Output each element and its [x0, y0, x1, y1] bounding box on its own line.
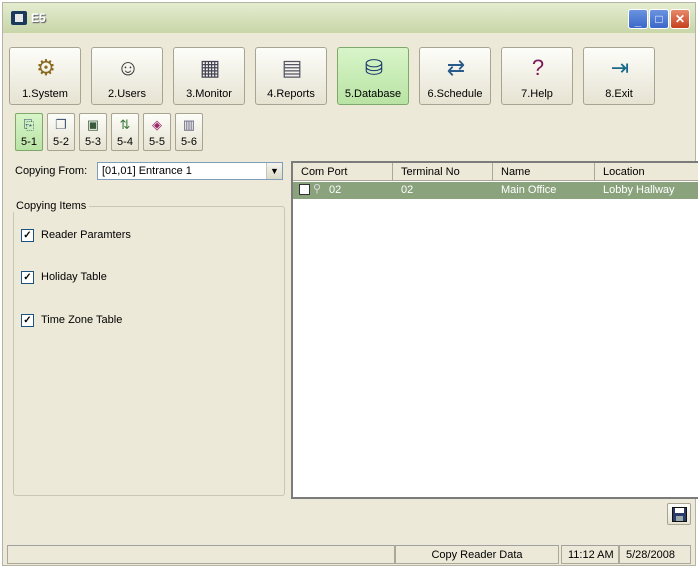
exit-door-icon: ⇥ — [610, 55, 630, 80]
title-bar[interactable]: E5 _ □ ✕ — [3, 3, 695, 33]
help-button-label: 7.Help — [521, 88, 553, 100]
column-header-com-port[interactable]: Com Port — [293, 163, 393, 181]
document-icon: ▥ — [182, 117, 196, 132]
schedule-icon: ⇄ — [446, 55, 466, 80]
copy-reader-icon: ⎘ — [23, 117, 35, 132]
reports-icon: ▤ — [281, 55, 303, 80]
schedule-button[interactable]: ⇄ 6.Schedule — [419, 47, 491, 105]
reports-button-label: 4.Reports — [267, 88, 315, 100]
monitor-button-label: 3.Monitor — [186, 88, 232, 100]
sub-button-label: 5-6 — [181, 136, 197, 148]
save-button[interactable] — [667, 503, 691, 525]
chevron-down-icon[interactable]: ▼ — [266, 163, 282, 179]
database-subtoolbar: ⎘ 5-1 ❐ 5-2 ▣ 5-3 ⇅ 5-4 ◈ 5-5 ▥ 5-6 — [15, 113, 255, 157]
maximize-icon: □ — [655, 12, 663, 26]
users-button[interactable]: ☺ 2.Users — [91, 47, 163, 105]
row-checkbox[interactable] — [299, 184, 310, 195]
users-icon: ☺ — [116, 55, 140, 80]
help-book-icon: ? — [531, 55, 545, 80]
column-header-name[interactable]: Name — [493, 163, 595, 181]
close-button[interactable]: ✕ — [670, 9, 690, 29]
cell-terminal-no: 02 — [401, 184, 414, 196]
maximize-button[interactable]: □ — [649, 9, 669, 29]
help-button[interactable]: ? 7.Help — [501, 47, 573, 105]
sub-button-5-2[interactable]: ❐ 5-2 — [47, 113, 75, 151]
sub-button-label: 5-4 — [117, 136, 133, 148]
sub-button-label: 5-2 — [53, 136, 69, 148]
reader-parameters-checkbox[interactable]: ✓ — [21, 229, 34, 242]
monitor-icon: ▦ — [199, 55, 221, 80]
reader-icon: ▣ — [86, 117, 100, 132]
sub-button-5-5[interactable]: ◈ 5-5 — [143, 113, 171, 151]
terminal-icon: ⚲ — [313, 183, 322, 195]
system-button[interactable]: ⚙ 1.System — [9, 47, 81, 105]
exit-button[interactable]: ⇥ 8.Exit — [583, 47, 655, 105]
monitor-button[interactable]: ▦ 3.Monitor — [173, 47, 245, 105]
system-icon: ⚙ — [36, 55, 56, 80]
schedule-button-label: 6.Schedule — [427, 88, 483, 100]
holiday-table-checkbox[interactable]: ✓ — [21, 271, 34, 284]
sub-button-5-1[interactable]: ⎘ 5-1 — [15, 113, 43, 151]
sub-button-label: 5-3 — [85, 136, 101, 148]
exit-button-label: 8.Exit — [605, 88, 633, 100]
holiday-table-label: Holiday Table — [41, 271, 107, 283]
users-button-label: 2.Users — [108, 88, 146, 100]
status-bar: Copy Reader Data 11:12 AM 5/28/2008 — [3, 543, 695, 565]
time-zone-table-label: Time Zone Table — [41, 314, 123, 326]
app-icon — [11, 11, 27, 25]
copying-items-group — [13, 206, 285, 496]
copy-files-icon: ❐ — [55, 117, 67, 132]
column-header-location[interactable]: Location — [595, 163, 698, 181]
cell-com-port: 02 — [329, 184, 342, 196]
status-panel-empty — [7, 545, 395, 564]
database-button-label: 5.Database — [344, 88, 402, 100]
window-title: E5 — [31, 11, 46, 25]
floppy-disk-icon — [672, 507, 687, 522]
database-button[interactable]: ⛁ 5.Database — [337, 47, 409, 105]
terminal-table: Com Port Terminal No Name Location ⚲ 02 … — [291, 161, 698, 499]
database-icon: ⛁ — [364, 55, 384, 80]
copying-from-label: Copying From: — [15, 165, 88, 177]
main-toolbar: ⚙ 1.System ☺ 2.Users ▦ 3.Monitor ▤ 4.Rep… — [9, 47, 689, 107]
sub-button-5-3[interactable]: ▣ 5-3 — [79, 113, 107, 151]
cell-location: Lobby Hallway — [603, 184, 675, 196]
sub-button-5-6[interactable]: ▥ 5-6 — [175, 113, 203, 151]
sub-button-label: 5-5 — [149, 136, 165, 148]
close-icon: ✕ — [674, 12, 686, 26]
minimize-icon: _ — [634, 14, 642, 28]
main-window: E5 _ □ ✕ ⚙ 1.System ☺ 2.Users ▦ 3.Monito… — [2, 2, 698, 566]
status-date: 5/28/2008 — [619, 545, 691, 564]
time-zone-table-checkbox[interactable]: ✓ — [21, 314, 34, 327]
minimize-button[interactable]: _ — [628, 9, 648, 29]
copying-items-legend: Copying Items — [13, 200, 90, 212]
copying-from-value: [01,01] Entrance 1 — [102, 165, 192, 177]
transfer-icon: ⇅ — [119, 117, 131, 132]
palette-icon: ◈ — [152, 117, 162, 132]
sub-button-label: 5-1 — [21, 136, 37, 148]
table-row[interactable]: ⚲ 02 02 Main Office Lobby Hallway — [293, 182, 698, 199]
reports-button[interactable]: ▤ 4.Reports — [255, 47, 327, 105]
reader-parameters-label: Reader Paramters — [41, 229, 131, 241]
copying-from-select[interactable]: [01,01] Entrance 1 ▼ — [97, 162, 283, 180]
system-button-label: 1.System — [22, 88, 68, 100]
cell-name: Main Office — [501, 184, 557, 196]
sub-button-5-4[interactable]: ⇅ 5-4 — [111, 113, 139, 151]
status-message: Copy Reader Data — [395, 545, 559, 564]
column-header-terminal-no[interactable]: Terminal No — [393, 163, 493, 181]
status-time: 11:12 AM — [561, 545, 619, 564]
